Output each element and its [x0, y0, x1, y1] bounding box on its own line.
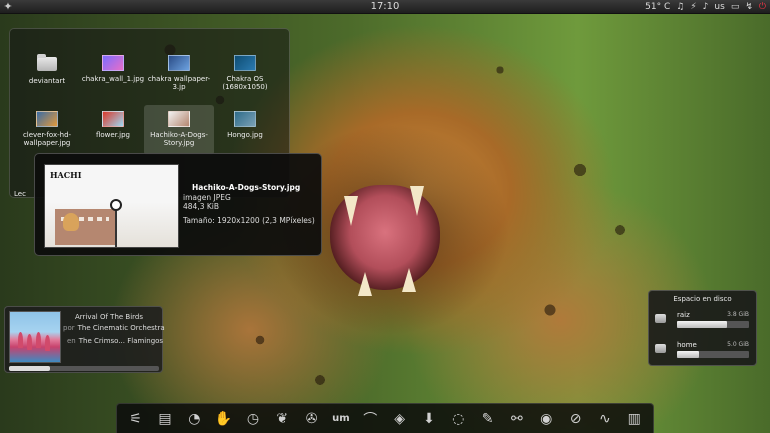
disk-usage-bar	[677, 351, 749, 358]
spiral-icon[interactable]: ◌	[447, 408, 469, 430]
power-icon[interactable]: ⏻	[759, 0, 766, 14]
hard-drive-icon	[655, 344, 666, 353]
disk-size: 3.8 GiB	[727, 311, 749, 318]
volume-icon[interactable]: ♪	[703, 0, 709, 14]
wallpaper-fang	[402, 268, 416, 292]
disk-widget-title: Espacio en disco	[673, 295, 732, 303]
wallpaper-fang	[358, 272, 372, 296]
wallpaper-fang	[410, 186, 424, 216]
playback-progress-bar[interactable]	[9, 366, 159, 371]
mixer-icon[interactable]: ⚟	[125, 408, 147, 430]
preview-dog	[63, 213, 79, 231]
flamingo-shape	[45, 335, 50, 351]
file-tooltip: HACHI Hachiko-A-Dogs-Story.jpg imagen JP…	[34, 153, 322, 256]
album-cover[interactable]	[9, 311, 61, 363]
folder-icon	[37, 54, 57, 71]
speedometer-icon[interactable]: ◷	[242, 408, 264, 430]
battery-icon[interactable]: ▭	[731, 0, 740, 14]
image-preview: HACHI	[44, 164, 179, 248]
icon-label: chakra_wall_1.jpg	[81, 75, 145, 83]
icon-label: chakra wallpaper-3.jp	[147, 75, 211, 91]
partial-icon-label[interactable]: Lec	[14, 190, 26, 198]
pulse-icon[interactable]: ∿	[594, 408, 616, 430]
pen-icon[interactable]: ✎	[477, 408, 499, 430]
music-icon[interactable]: ♫	[676, 0, 684, 14]
system-tray: 51° C ♫ ⚡ ♪ us ▭ ↯ ⏻	[645, 0, 766, 14]
temperature-readout[interactable]: 51° C	[645, 0, 670, 14]
file-item-chakra-wallpaper-3[interactable]: chakra wallpaper-3.jp	[144, 55, 214, 91]
pdf-icon[interactable]: ⚯	[506, 408, 528, 430]
eye-icon[interactable]: ◉	[535, 408, 557, 430]
disk-row-home[interactable]: home 5.0 GiB	[655, 341, 753, 363]
tooltip-resolution: Tamaño: 1920x1200 (2,3 MPíxeles)	[183, 215, 315, 225]
disk-usage-fill	[677, 351, 699, 358]
preview-title: HACHI	[50, 170, 82, 180]
disk-usage-bar	[677, 321, 749, 328]
disk-row-raiz[interactable]: raiz 3.8 GiB	[655, 311, 753, 333]
track-album: The Crimso... Flamingos	[78, 337, 164, 345]
top-panel: ✦ 17:10 51° C ♫ ⚡ ♪ us ▭ ↯ ⏻	[0, 0, 770, 14]
image-thumbnail-icon	[36, 111, 58, 127]
stats-icon[interactable]: ▥	[623, 408, 645, 430]
artist-label: por	[63, 324, 75, 332]
image-thumbnail-icon	[168, 111, 190, 127]
track-artist-line: por The Cinematic Orchestra	[63, 324, 165, 333]
bird-icon[interactable]: ❦	[271, 408, 293, 430]
hard-drive-icon	[655, 314, 666, 323]
file-item-hongo[interactable]: Hongo.jpg	[210, 111, 280, 139]
icon-label: Chakra OS (1680x1050)	[222, 75, 268, 91]
clock-icon	[110, 199, 122, 211]
icon-label: deviantart	[28, 77, 66, 85]
icon-label: flower.jpg	[95, 131, 130, 139]
folder-item-deviantart[interactable]: deviantart	[12, 54, 82, 85]
playback-progress-fill	[9, 366, 50, 371]
icon-label: clever-fox-hd-wallpaper.jpg	[22, 131, 72, 147]
keyboard-layout[interactable]: us	[714, 0, 724, 14]
media-player-widget: Arrival Of The Birds por The Cinematic Or…	[4, 306, 165, 373]
compass-icon[interactable]: ⊘	[565, 408, 587, 430]
icon-label: Hongo.jpg	[227, 131, 263, 139]
flamingo-shape	[18, 332, 23, 348]
flamingo-shape	[27, 334, 32, 350]
track-title: Arrival Of The Birds	[75, 313, 144, 321]
disk-size: 5.0 GiB	[727, 341, 749, 348]
tooltip-file-type: imagen JPEG	[183, 192, 231, 202]
image-thumbnail-icon	[234, 111, 256, 127]
disk-name: raiz	[677, 311, 690, 319]
game-icon[interactable]: ✇	[301, 408, 323, 430]
usb-icon[interactable]: ↯	[745, 0, 753, 14]
track-artist: The Cinematic Orchestra	[77, 324, 165, 332]
file-item-flower[interactable]: flower.jpg	[78, 111, 148, 139]
um-icon[interactable]: um	[330, 408, 352, 430]
flamingo-shape	[36, 332, 41, 348]
firefox-icon[interactable]: ◔	[183, 408, 205, 430]
wallpaper-fang	[344, 196, 358, 226]
download-icon[interactable]: ⬇	[418, 408, 440, 430]
image-thumbnail-icon	[234, 55, 256, 71]
wing-icon[interactable]: ⌒	[359, 408, 381, 430]
file-item-chakra-wall-1[interactable]: chakra_wall_1.jpg	[78, 55, 148, 83]
disk-usage-fill	[677, 321, 728, 328]
image-thumbnail-icon	[102, 111, 124, 127]
icon-label: Hachiko-A-Dogs-Story.jpg	[150, 131, 208, 147]
file-item-chakra-os[interactable]: Chakra OS (1680x1050)	[210, 55, 280, 91]
track-album-line: en The Crimso... Flamingos	[67, 337, 163, 346]
application-dock: ⚟ ▤ ◔ ✋ ◷ ❦ ✇ um ⌒ ◈ ⬇ ◌ ✎ ⚯ ◉ ⊘ ∿ ▥	[116, 403, 654, 433]
file-item-hachiko[interactable]: Hachiko-A-Dogs-Story.jpg	[144, 105, 214, 155]
disk-space-widget: Espacio en disco raiz 3.8 GiB home 5.0 G…	[648, 290, 757, 366]
files-icon[interactable]: ▤	[154, 408, 176, 430]
image-thumbnail-icon	[102, 55, 124, 71]
album-label: en	[67, 337, 76, 345]
preview-clock-post	[115, 205, 117, 247]
hands-icon[interactable]: ✋	[213, 408, 235, 430]
image-thumbnail-icon	[168, 55, 190, 71]
network-icon[interactable]: ⚡	[690, 0, 696, 14]
tooltip-file-size: 484,3 KiB	[183, 202, 220, 211]
tooltip-file-name: Hachiko-A-Dogs-Story.jpg	[192, 183, 301, 192]
disk-name: home	[677, 341, 697, 349]
file-item-clever-fox[interactable]: clever-fox-hd-wallpaper.jpg	[12, 111, 82, 147]
tooltip-details: Hachiko-A-Dogs-Story.jpg imagen JPEG 484…	[183, 183, 315, 225]
stack-icon[interactable]: ◈	[389, 408, 411, 430]
